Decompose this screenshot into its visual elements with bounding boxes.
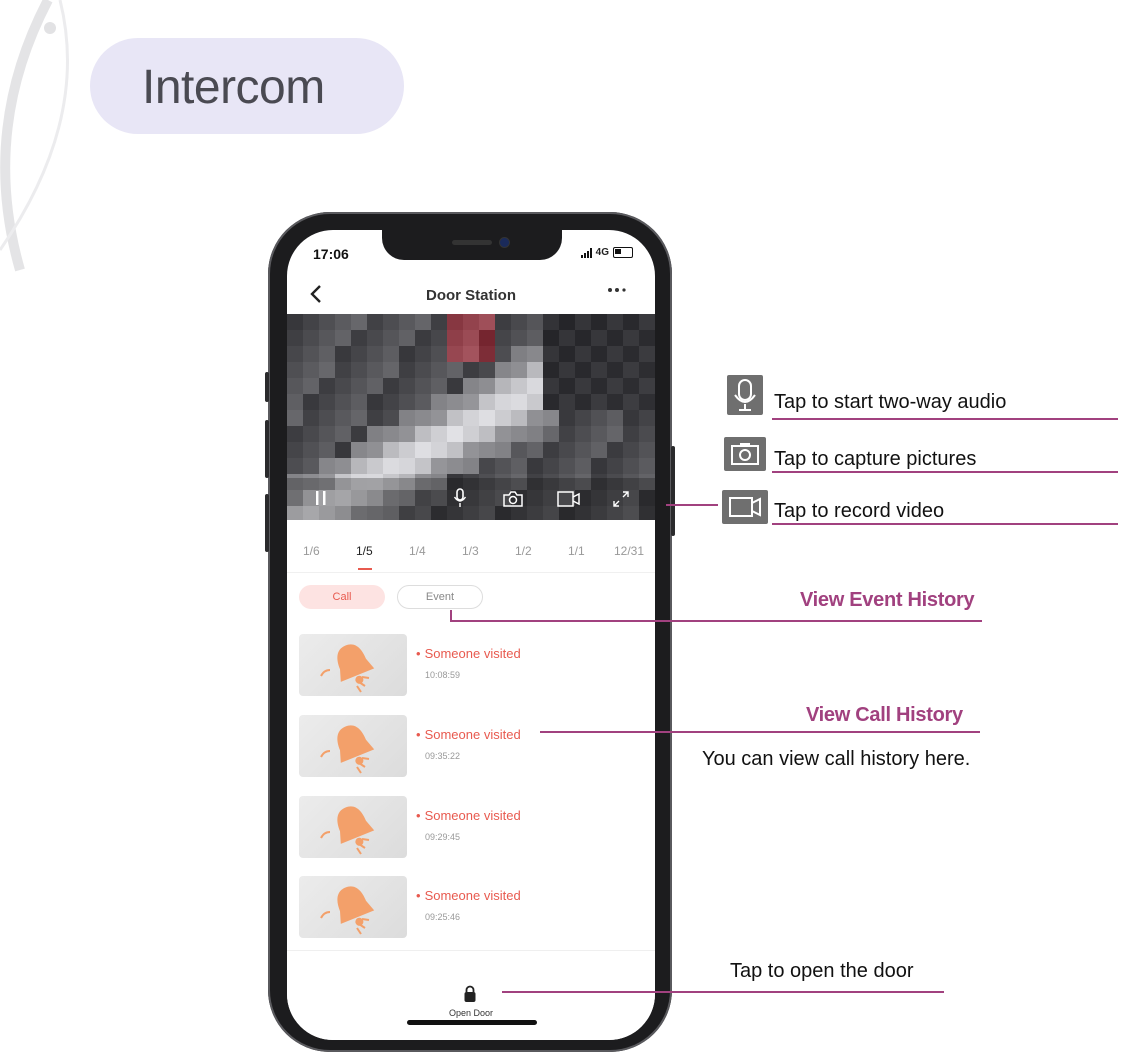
- bell-icon: [320, 725, 375, 774]
- entry-time: 09:35:22: [425, 751, 461, 761]
- tab-event[interactable]: Event: [397, 585, 483, 609]
- battery-icon: [613, 247, 633, 258]
- entry-time: 10:08:59: [425, 670, 461, 680]
- entry-time: 09:29:45: [425, 832, 461, 842]
- annotation-call-history: View Call History: [806, 704, 963, 726]
- page-title: Intercom: [142, 61, 325, 114]
- annotation-line: [540, 731, 980, 733]
- pause-icon[interactable]: [315, 490, 327, 506]
- phone-notch: [382, 230, 562, 260]
- open-door-bar[interactable]: Open Door: [287, 950, 655, 1040]
- status-time: 17:06: [313, 246, 349, 262]
- date-tab[interactable]: 1/4: [409, 544, 426, 558]
- bell-icon: [320, 644, 375, 693]
- annotation-open-door: Tap to open the door: [730, 960, 914, 982]
- annotation-call-history-desc: You can view call history here.: [702, 748, 971, 770]
- annotation-line: [772, 523, 1118, 525]
- bell-thumbnail: [299, 715, 407, 777]
- date-tab[interactable]: 1/6: [303, 544, 320, 558]
- home-indicator: [407, 1020, 537, 1025]
- tab-call[interactable]: Call: [299, 585, 385, 609]
- date-tab[interactable]: 1/1: [568, 544, 585, 558]
- live-video-view[interactable]: [287, 314, 655, 520]
- signal-icon: [580, 247, 592, 258]
- annotation-line: [450, 610, 452, 622]
- date-tab-underline: [358, 568, 372, 570]
- entry-title: Someone visited: [416, 808, 521, 823]
- phone-side-button: [265, 372, 269, 402]
- video-record-icon: [722, 490, 768, 524]
- microphone-icon[interactable]: [453, 488, 467, 508]
- bell-thumbnail: [299, 876, 407, 938]
- list-item[interactable]: Someone visited 09:25:46: [299, 876, 649, 938]
- annotation-capture: Tap to capture pictures: [774, 448, 977, 470]
- date-tab[interactable]: 1/2: [515, 544, 532, 558]
- date-tab[interactable]: 1/3: [462, 544, 479, 558]
- date-tab-selected[interactable]: 1/5: [356, 544, 373, 558]
- status-indicators: 4G: [580, 247, 633, 258]
- lock-icon: [464, 985, 476, 1002]
- phone-screen: 17:06 4G Door Station 1/6 1/5 1/4 1/3 1/…: [287, 230, 655, 1040]
- annotation-line: [450, 620, 982, 622]
- phone-power-button: [671, 446, 675, 536]
- annotation-record: Tap to record video: [774, 500, 945, 522]
- camera-icon: [724, 437, 766, 471]
- bell-icon: [320, 806, 375, 855]
- annotation-event-history: View Event History: [800, 589, 975, 611]
- decorative-arcs: [0, 0, 69, 272]
- video-record-icon[interactable]: [557, 491, 581, 507]
- open-door-button-label[interactable]: Open Door: [287, 1008, 655, 1018]
- page-title-pill: Intercom: [90, 38, 404, 134]
- list-item[interactable]: Someone visited 10:08:59: [299, 634, 649, 696]
- annotation-audio: Tap to start two-way audio: [774, 391, 1007, 413]
- list-item[interactable]: Someone visited 09:35:22: [299, 715, 649, 777]
- entry-time: 09:25:46: [425, 912, 461, 922]
- bell-thumbnail: [299, 634, 407, 696]
- divider: [287, 572, 655, 573]
- annotation-line: [772, 418, 1118, 420]
- entry-title: Someone visited: [416, 888, 521, 903]
- entry-title: Someone visited: [416, 646, 521, 661]
- annotation-line: [502, 991, 944, 993]
- nav-title: Door Station: [426, 287, 516, 304]
- phone-volume-down: [265, 494, 269, 552]
- bell-icon: [320, 886, 375, 935]
- date-tabs: 1/6 1/5 1/4 1/3 1/2 1/1 12/31: [287, 544, 655, 574]
- microphone-icon: [727, 375, 763, 415]
- date-tab[interactable]: 12/31: [614, 544, 644, 558]
- bell-thumbnail: [299, 796, 407, 858]
- entry-title: Someone visited: [416, 727, 521, 742]
- network-label: 4G: [595, 247, 609, 258]
- phone-volume-up: [265, 420, 269, 478]
- camera-icon[interactable]: [502, 491, 524, 507]
- annotation-line: [772, 471, 1118, 473]
- list-item[interactable]: Someone visited 09:29:45: [299, 796, 649, 858]
- more-dots-icon[interactable]: [607, 282, 627, 301]
- fullscreen-icon[interactable]: [612, 490, 630, 508]
- annotation-line: [666, 504, 718, 506]
